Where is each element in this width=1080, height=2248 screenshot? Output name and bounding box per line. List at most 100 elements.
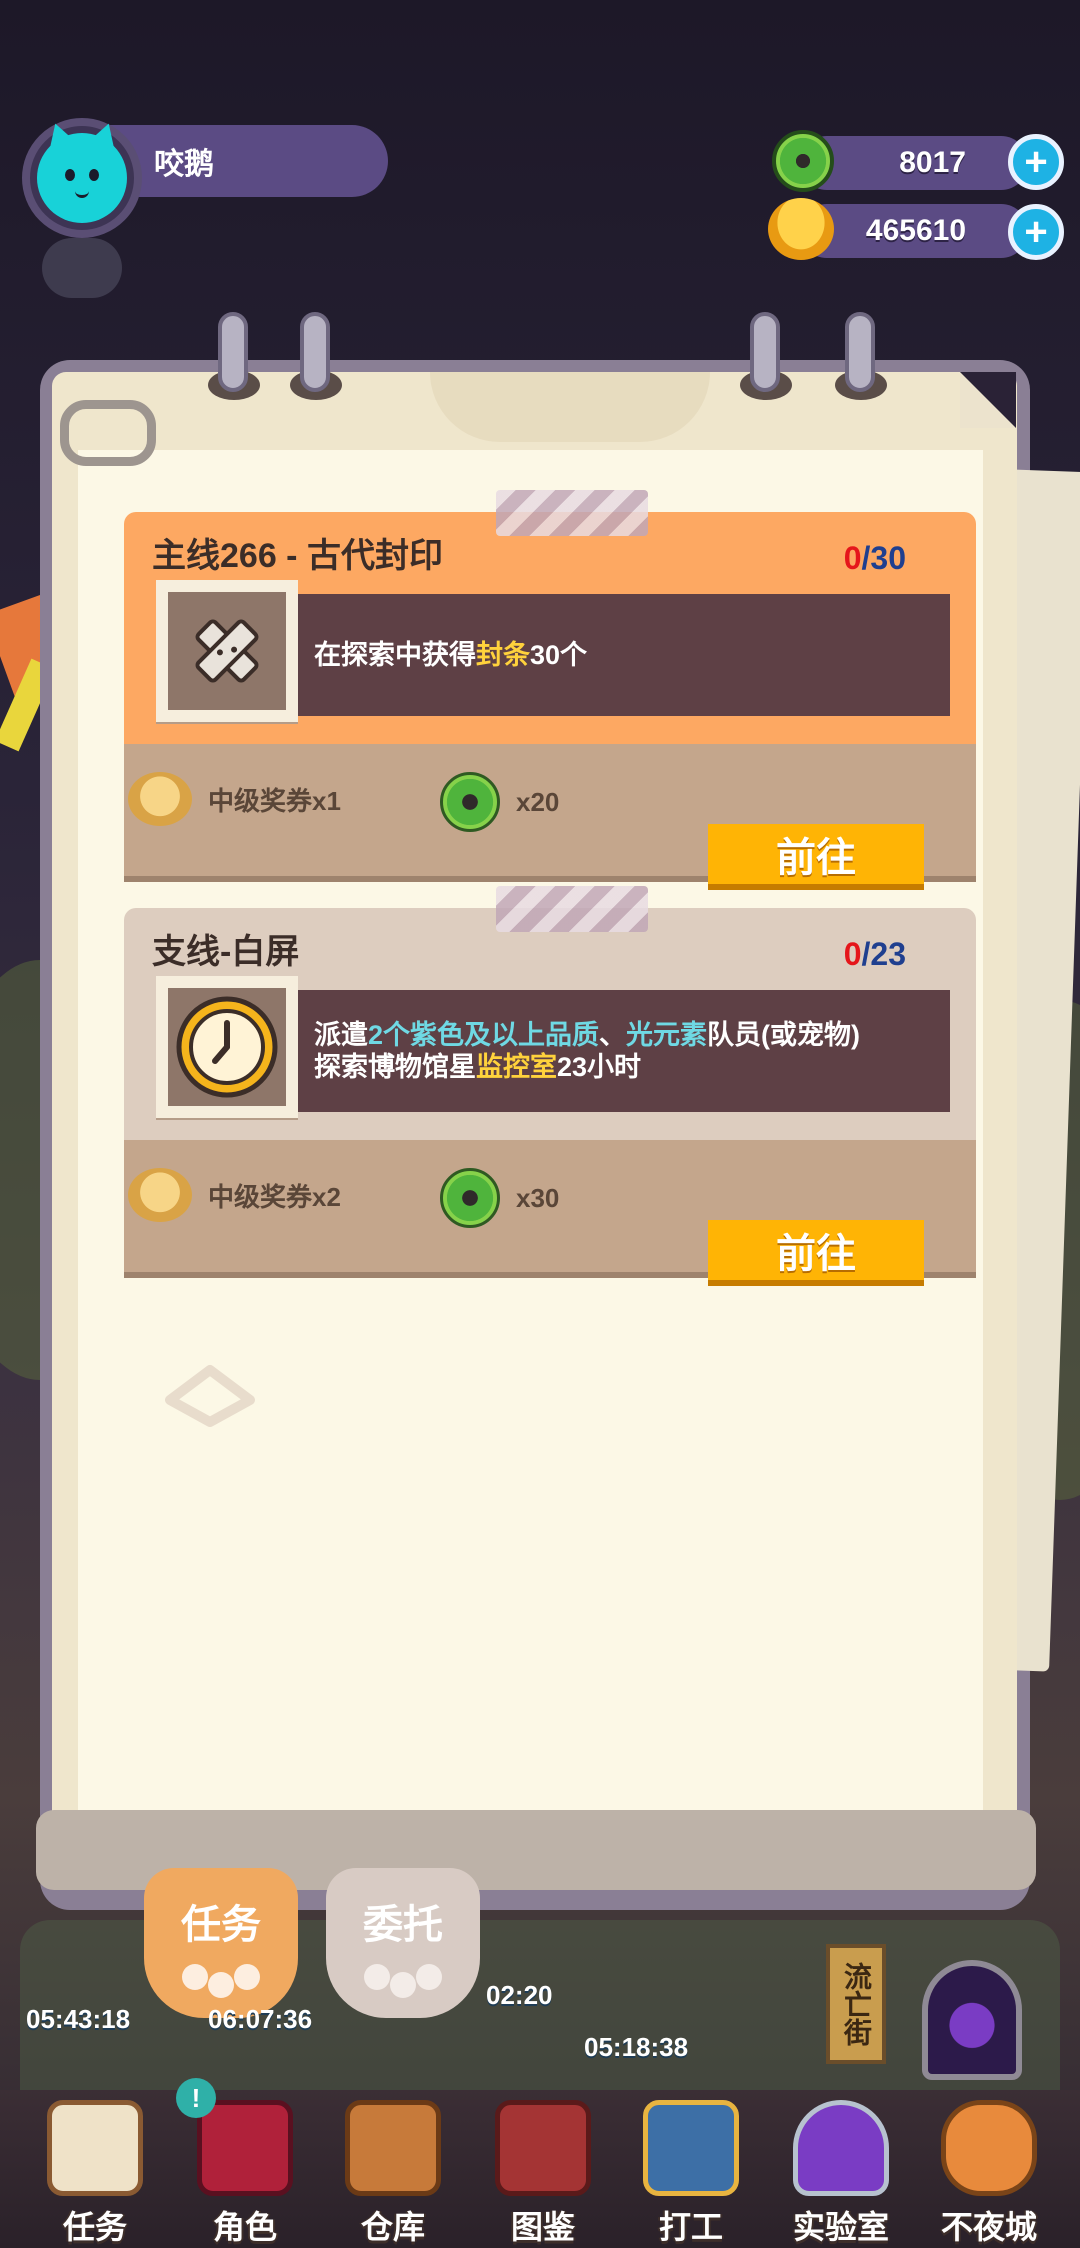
binder-ring — [750, 312, 780, 392]
player-name-bar[interactable]: 咬鹅 — [110, 125, 388, 197]
nav-label: 任务 — [62, 2209, 127, 2245]
quest-description-line: 探索博物馆星监控室23小时 — [314, 1051, 926, 1083]
planet-coin-value: 465610 — [865, 214, 966, 247]
building-timer: 05:43:18 — [26, 2004, 131, 2034]
nav-warehouse[interactable]: 仓库 — [328, 2100, 458, 2248]
quest-progress: 0/30 — [844, 540, 906, 577]
reward-label: x20 — [516, 786, 560, 817]
quest-description-line: 在探索中获得封条30个 — [314, 639, 926, 671]
reward-label: 中级奖券x1 — [208, 785, 341, 816]
quest-icon-frame — [156, 976, 298, 1118]
nav-characters[interactable]: 角色 — [180, 2100, 310, 2248]
reward-ticket: 中级奖券x2 — [128, 1168, 341, 1222]
clock-icon — [168, 988, 286, 1106]
cat-eye — [89, 169, 99, 181]
desc-highlight: 监控室 — [476, 1052, 557, 1082]
avatar[interactable] — [22, 118, 142, 238]
paw-pad — [208, 1972, 234, 1998]
cat-mouth — [75, 187, 89, 198]
nav-work[interactable]: 打工 — [626, 2100, 756, 2248]
fish-watermark-icon — [160, 1360, 260, 1430]
quest-description: 派遣2个紫色及以上品质、光元素队员(或宠物) 探索博物馆星监控室23小时 — [314, 990, 926, 1112]
ticket-icon — [128, 1168, 192, 1222]
nav-label: 仓库 — [360, 2209, 425, 2245]
tab-quests[interactable]: 任务 — [144, 1868, 298, 2018]
cat-eye — [65, 169, 75, 181]
night-city-icon — [941, 2100, 1037, 2196]
building-timer: 05:18:38 — [584, 2032, 689, 2062]
clipboard-icon — [47, 2100, 143, 2196]
go-button[interactable]: 前往 — [708, 824, 924, 890]
work-icon — [643, 2100, 739, 2196]
encyclopedia-icon — [495, 2100, 591, 2196]
desc-text: 、 — [599, 1020, 627, 1050]
nav-label: 图鉴 — [510, 2209, 575, 2245]
ticket-icon — [128, 772, 192, 826]
quest-title: 支线-白屏 — [152, 933, 300, 971]
donut-currency-icon — [772, 130, 834, 192]
reward-donut: x20 — [440, 772, 559, 832]
donut-currency-icon — [440, 772, 500, 832]
page-stain — [430, 372, 710, 442]
desc-highlight: 封条 — [476, 640, 530, 670]
planet-coin-bar: 465610 — [800, 204, 1028, 258]
donut-currency-value: 8017 — [899, 146, 966, 179]
desc-text: 队员(或宠物) — [707, 1020, 861, 1050]
tab-label: 任务 — [181, 1903, 261, 1947]
quest-card-main: 主线266 - 古代封印 0/30 在探索中获得封条30个 中级奖券x1 x20… — [124, 490, 976, 890]
tape-decoration — [496, 490, 648, 536]
binder-ring — [218, 312, 248, 392]
nav-label: 角色 — [212, 2209, 277, 2245]
progress-current: 0 — [843, 540, 862, 576]
portal-icon[interactable] — [922, 1960, 1022, 2080]
chest-icon — [345, 2100, 441, 2196]
add-planet-coin-button[interactable]: + — [1008, 204, 1064, 260]
paw-pad — [364, 1964, 390, 1990]
side-menu-icon[interactable] — [42, 238, 122, 298]
nav-label: 不夜城 — [940, 2209, 1037, 2245]
binder-ring — [845, 312, 875, 392]
donut-currency-bar: 8017 — [800, 136, 1028, 190]
nav-lab[interactable]: 实验室 — [776, 2100, 906, 2248]
paw-pad — [234, 1964, 260, 1990]
quest-rewards-area: 中级奖券x2 x30 前往 — [124, 1140, 976, 1286]
quest-description: 在探索中获得封条30个 — [314, 594, 926, 716]
building-timer: 02:20 — [486, 1980, 553, 2010]
paw-pad — [416, 1964, 442, 1990]
desc-text: 在探索中获得 — [314, 640, 476, 670]
tape-decoration — [496, 886, 648, 932]
paw-pad — [182, 1964, 208, 1990]
lab-icon — [793, 2100, 889, 2196]
go-button[interactable]: 前往 — [708, 1220, 924, 1286]
street-sign[interactable]: 流亡街 — [826, 1944, 886, 2064]
nav-night-city[interactable]: 不夜城 — [924, 2100, 1054, 2248]
nav-label: 打工 — [658, 2209, 723, 2245]
quest-progress: 0/23 — [844, 936, 906, 973]
desc-text: 派遣 — [314, 1020, 368, 1050]
add-donut-currency-button[interactable]: + — [1008, 134, 1064, 190]
desc-text: 23小时 — [557, 1052, 642, 1082]
quest-card-side: 支线-白屏 0/23 派遣2个紫色及以上品质、光元素队员(或宠物) 探索博物馆星… — [124, 886, 976, 1286]
quest-title: 主线266 - 古代封印 — [152, 537, 443, 575]
reward-label: 中级奖券x2 — [208, 1181, 341, 1212]
quest-description-line: 派遣2个紫色及以上品质、光元素队员(或宠物) — [314, 1019, 926, 1051]
seal-tape-icon — [168, 592, 286, 710]
donut-currency-icon — [440, 1168, 500, 1228]
reward-label: x30 — [516, 1182, 560, 1213]
reward-ticket: 中级奖券x1 — [128, 772, 341, 826]
character-book-icon — [197, 2100, 293, 2196]
progress-total: /30 — [861, 540, 906, 576]
progress-current: 0 — [843, 936, 862, 972]
binder-ring — [300, 312, 330, 392]
tab-label: 委托 — [363, 1903, 443, 1947]
quest-rewards-area: 中级奖券x1 x20 前往 — [124, 744, 976, 890]
desc-highlight: 2个紫色及以上品质 — [368, 1020, 600, 1050]
nav-encyclopedia[interactable]: 图鉴 — [478, 2100, 608, 2248]
player-name: 咬鹅 — [154, 148, 214, 181]
desc-highlight: 光元素 — [626, 1020, 708, 1050]
nav-quests[interactable]: 任务 — [30, 2100, 160, 2248]
nav-label: 实验室 — [792, 2209, 889, 2245]
tab-commissions[interactable]: 委托 — [326, 1868, 480, 2018]
notification-badge: ! — [176, 2078, 216, 2118]
reward-donut: x30 — [440, 1168, 559, 1228]
